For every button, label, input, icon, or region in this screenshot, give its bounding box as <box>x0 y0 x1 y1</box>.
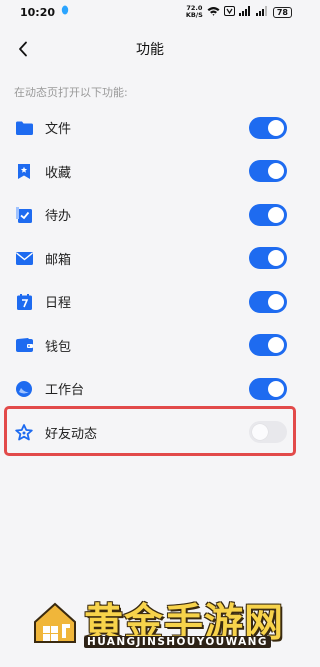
wifi-icon <box>207 6 220 18</box>
status-bar: 10:20 72.0 KB/S 78 <box>0 0 300 24</box>
qq-notification-icon <box>61 5 69 19</box>
feature-row-friend-feed: 好友动态 <box>0 411 300 455</box>
feature-row-mail: 邮箱 <box>0 237 300 281</box>
toggle-favorites[interactable] <box>249 160 287 183</box>
feature-row-files: 文件 <box>0 106 300 150</box>
toggle-todo[interactable] <box>249 203 287 226</box>
feature-row-wallet: 钱包 <box>0 324 300 368</box>
toggle-friend-feed[interactable] <box>249 421 287 444</box>
watermark-subtitle: HUANGJINSHOUYOUWANG <box>84 636 271 648</box>
signal-icon-1 <box>238 6 252 18</box>
toggle-workbench[interactable] <box>249 377 287 400</box>
battery-indicator: 78 <box>272 6 292 18</box>
watermark: 黄金手游网 HUANGJINSHOUYOUWANG <box>0 580 300 667</box>
top-nav-bar: 功能 <box>0 24 300 74</box>
toggle-files[interactable] <box>249 116 287 139</box>
feature-list: 文件 收藏 待办 邮箱 日程 钱包 工作台 好友动态 <box>0 106 300 454</box>
bookmark-icon <box>15 162 33 180</box>
status-time: 10:20 <box>20 5 56 19</box>
checkbox-icon <box>15 206 33 224</box>
feature-row-schedule: 日程 <box>0 280 300 324</box>
back-button[interactable] <box>12 38 34 60</box>
workbench-icon <box>15 380 33 398</box>
feature-label-mail: 邮箱 <box>45 252 72 268</box>
section-hint: 在动态页打开以下功能: <box>14 86 128 99</box>
toggle-mail[interactable] <box>249 247 287 270</box>
feature-row-favorites: 收藏 <box>0 150 300 194</box>
calendar-icon <box>15 293 33 311</box>
network-speed: 72.0 KB/S <box>185 4 203 19</box>
feature-label-todo: 待办 <box>45 209 72 225</box>
folder-icon <box>15 119 33 137</box>
mail-icon <box>15 249 33 267</box>
wallet-icon <box>15 336 33 354</box>
feature-label-files: 文件 <box>45 122 72 138</box>
chevron-left-icon <box>19 41 27 57</box>
signal-icon-2 <box>255 6 269 18</box>
toggle-wallet[interactable] <box>249 334 287 357</box>
toggle-schedule[interactable] <box>249 290 287 313</box>
feature-row-todo: 待办 <box>0 193 300 237</box>
feature-label-wallet: 钱包 <box>45 339 72 355</box>
feature-label-workbench: 工作台 <box>45 383 85 399</box>
feature-label-friend-feed: 好友动态 <box>45 426 98 442</box>
feature-label-favorites: 收藏 <box>45 165 72 181</box>
watermark-logo-icon <box>30 598 80 648</box>
star-outline-icon <box>15 423 33 441</box>
feature-row-workbench: 工作台 <box>0 367 300 411</box>
feature-label-schedule: 日程 <box>45 296 72 312</box>
page-title: 功能 <box>136 42 164 58</box>
volte-icon <box>223 6 235 18</box>
